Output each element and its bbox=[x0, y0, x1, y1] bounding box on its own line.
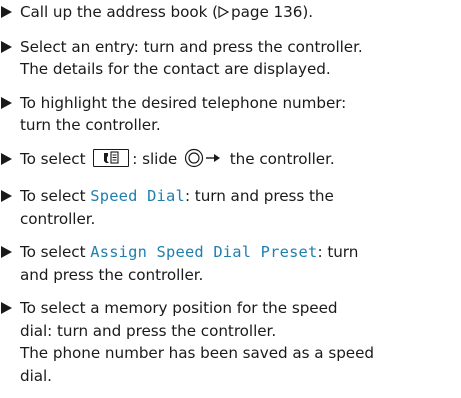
step-result: The phone number has been saved as a spe… bbox=[20, 344, 374, 362]
step-text: : turn and press the bbox=[184, 187, 334, 205]
page-reference-icon bbox=[218, 2, 230, 25]
instruction-step: To select Speed Dial: turn and press the… bbox=[0, 185, 461, 230]
step-line: turn the controller. bbox=[20, 116, 161, 134]
menu-option-speed-dial: Speed Dial bbox=[90, 187, 185, 205]
instruction-list: Call up the address book ( page 136). Sel… bbox=[0, 0, 461, 398]
phone-menu-key-icon bbox=[93, 148, 130, 167]
step-line: The details for the contact are displaye… bbox=[20, 60, 331, 78]
bullet-icon bbox=[1, 40, 12, 53]
step-text: To select bbox=[20, 149, 86, 168]
bullet-icon bbox=[1, 152, 12, 165]
instruction-step: Call up the address book ( page 136). bbox=[0, 0, 461, 25]
step-line: To select Speed Dial: turn and press the bbox=[20, 185, 461, 208]
step-text: To select bbox=[20, 243, 86, 261]
step-line: To highlight the desired telephone numbe… bbox=[20, 93, 347, 112]
instruction-step: To select : slide the controller. bbox=[0, 148, 461, 175]
step-line: controller. bbox=[20, 209, 96, 228]
step-line: To select a memory position for the spee… bbox=[20, 299, 338, 317]
step-text: Call up the address book ( bbox=[20, 3, 218, 21]
bullet-icon bbox=[1, 6, 12, 18]
step-line: To select : slide the controller. bbox=[20, 148, 461, 175]
bullet-icon bbox=[1, 96, 12, 109]
step-line: To select Assign Speed Dial Preset: turn bbox=[20, 241, 461, 264]
step-text: ). bbox=[302, 3, 314, 21]
instruction-step: To highlight the desired telephone numbe… bbox=[0, 92, 461, 137]
step-text: : turn bbox=[317, 243, 359, 261]
bullet-icon bbox=[1, 302, 12, 314]
bullet-icon bbox=[1, 246, 12, 258]
step-result: dial. bbox=[20, 366, 52, 385]
page-reference: page 136 bbox=[231, 3, 303, 21]
step-line: and press the controller. bbox=[20, 265, 204, 284]
step-text: To select bbox=[20, 187, 86, 205]
step-text: : slide bbox=[132, 149, 178, 168]
instruction-step: To select a memory position for the spee… bbox=[0, 297, 461, 387]
instruction-step: Select an entry: turn and press the cont… bbox=[0, 36, 461, 81]
step-line: dial: turn and press the controller. bbox=[20, 321, 277, 340]
controller-slide-right-icon bbox=[184, 148, 224, 175]
bullet-icon bbox=[1, 190, 12, 202]
step-text: the controller. bbox=[229, 149, 335, 168]
step-line: Select an entry: turn and press the cont… bbox=[20, 37, 363, 56]
step-line: Call up the address book ( page 136). bbox=[20, 1, 461, 25]
menu-option-assign-speed-dial-preset: Assign Speed Dial Preset bbox=[90, 243, 318, 261]
instruction-step: To select Assign Speed Dial Preset: turn… bbox=[0, 241, 461, 286]
